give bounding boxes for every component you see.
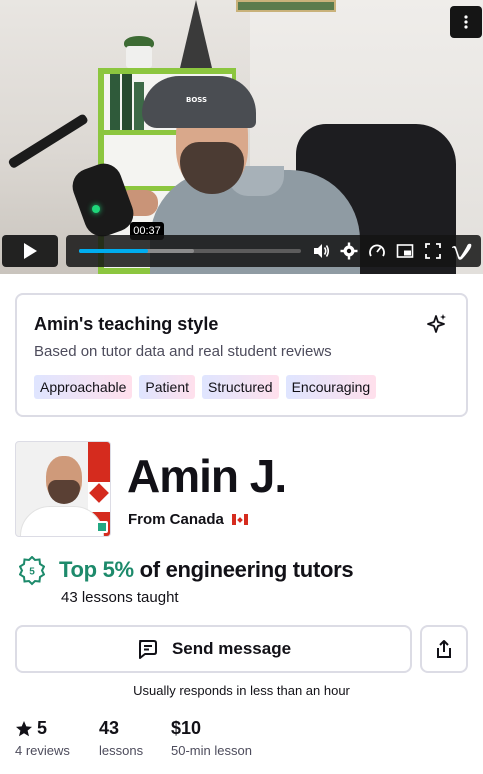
- settings-icon: [340, 242, 358, 260]
- award-badge-icon: 5: [19, 556, 45, 586]
- teaching-style-subtitle: Based on tutor data and real student rev…: [34, 343, 332, 360]
- price-label: 50-min lesson: [171, 743, 252, 758]
- sparkle-icon: [427, 314, 446, 333]
- tag-encouraging: Encouraging: [285, 375, 377, 399]
- pip-icon: [396, 244, 414, 258]
- top-percent: Top 5%: [59, 557, 134, 582]
- top-tutor-rank: Top 5% of engineering tutors: [59, 557, 354, 583]
- price-value: $10: [171, 718, 202, 738]
- settings-button[interactable]: [340, 242, 358, 260]
- kebab-menu-icon: [464, 15, 468, 29]
- tag-patient: Patient: [139, 375, 195, 399]
- reviews-count[interactable]: 4 reviews: [15, 743, 70, 758]
- progress-bar[interactable]: [79, 249, 301, 253]
- intro-video[interactable]: BOSS 00:37: [0, 0, 483, 274]
- play-icon: [24, 243, 37, 259]
- tutor-name: Amin J.: [127, 450, 287, 502]
- volume-button[interactable]: [312, 242, 330, 260]
- video-menu-button[interactable]: [450, 6, 482, 38]
- fullscreen-icon: [425, 243, 441, 259]
- teaching-style-title: Amin's teaching style: [34, 314, 219, 334]
- teaching-style-card: Amin's teaching style Based on tutor dat…: [15, 293, 468, 417]
- stat-lessons: 43 lessons: [99, 718, 143, 758]
- tag-approachable: Approachable: [34, 375, 133, 399]
- send-message-button[interactable]: Send message: [15, 625, 412, 673]
- volume-icon: [314, 244, 330, 258]
- fullscreen-button[interactable]: [424, 242, 442, 260]
- play-button[interactable]: [2, 235, 58, 267]
- cap-logo-text: BOSS: [186, 96, 208, 104]
- message-icon: [138, 640, 157, 659]
- response-time: Usually responds in less than an hour: [133, 683, 350, 698]
- lessons-label: lessons: [99, 743, 144, 758]
- online-status-indicator: [96, 521, 108, 533]
- wall-picture: [236, 0, 336, 12]
- speed-button[interactable]: [368, 242, 386, 260]
- mic-arm: [7, 113, 89, 170]
- share-button[interactable]: [420, 625, 468, 673]
- rating-value: 5: [37, 718, 48, 738]
- send-message-label: Send message: [171, 639, 292, 658]
- teaching-style-tags: Approachable Patient Structured Encourag…: [34, 375, 377, 399]
- canada-flag-icon: [232, 514, 248, 525]
- lessons-taught: 43 lessons taught: [61, 589, 179, 606]
- top-category: of engineering tutors: [133, 557, 354, 582]
- eiffel-tower-figurine: [180, 0, 212, 68]
- played-bar: [79, 249, 148, 253]
- vimeo-logo[interactable]: [451, 242, 473, 260]
- share-icon: [437, 640, 451, 658]
- lessons-value: 43: [99, 718, 120, 738]
- vimeo-logo-icon: [452, 243, 472, 260]
- tutor-country: From Canada: [128, 511, 224, 528]
- pip-button[interactable]: [396, 242, 414, 260]
- star-icon: [16, 720, 32, 736]
- svg-text:5: 5: [29, 567, 35, 578]
- plant-pot: [126, 46, 152, 68]
- stat-price: $10 50-min lesson: [171, 718, 252, 758]
- tag-structured: Structured: [202, 375, 279, 399]
- speed-icon: [369, 244, 385, 257]
- video-controls: [0, 234, 483, 268]
- stat-rating: 5 4 reviews: [15, 718, 70, 758]
